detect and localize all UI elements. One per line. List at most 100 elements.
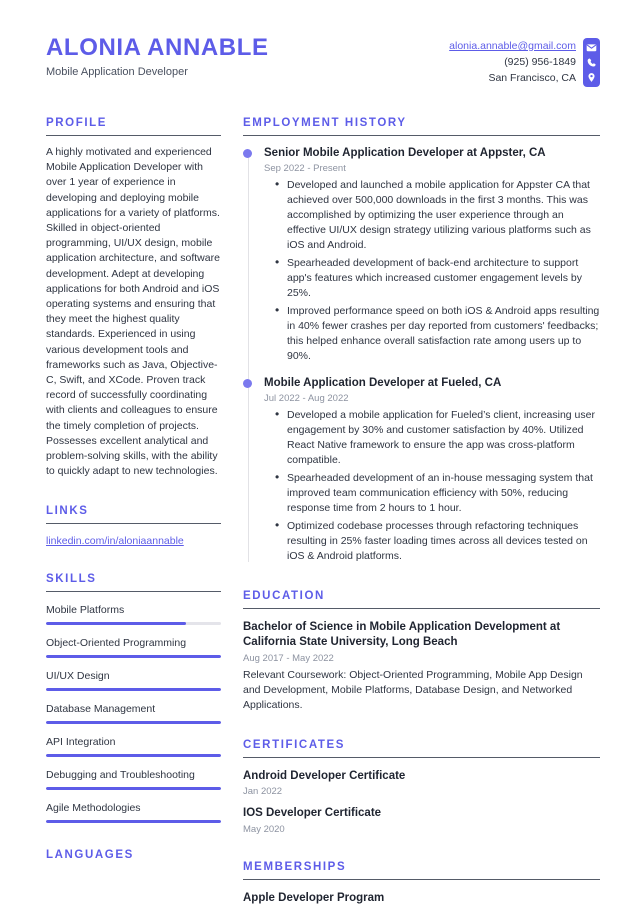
certificate-item: IOS Developer Certificate May 2020 (243, 806, 600, 835)
skill-item: Database Management (46, 703, 221, 725)
memberships-heading: MEMBERSHIPS (243, 860, 347, 873)
certificates-divider (243, 756, 600, 758)
skill-bar-fill (46, 820, 221, 824)
right-column: EMPLOYMENT HISTORY Senior Mobile Applica… (243, 117, 600, 905)
contact-block: alonia.annable@gmail.com (925) 956-1849 … (449, 38, 600, 87)
skill-label: API Integration (46, 736, 116, 749)
timeline-dot-icon (243, 378, 252, 388)
candidate-name: ALONIA ANNABLE (46, 34, 269, 61)
skill-bar-track (46, 622, 221, 626)
skill-bar-track (46, 688, 221, 692)
skill-bar-track (46, 721, 221, 725)
employment-bullets: Developed and launched a mobile applicat… (264, 177, 600, 364)
certificate-date: Jan 2022 (243, 786, 283, 798)
profile-heading: PROFILE (46, 117, 108, 129)
section-memberships: MEMBERSHIPS Apple Developer Program (243, 861, 600, 905)
section-profile: PROFILE A highly motivated and experienc… (46, 117, 221, 479)
certificate-date: May 2020 (243, 823, 285, 835)
skill-bar-fill (46, 787, 221, 791)
profile-divider (46, 135, 221, 136)
membership-item: Apple Developer Program (243, 891, 600, 905)
employment-bullet: Developed a mobile application for Fuele… (264, 407, 600, 468)
skill-bar-fill (46, 688, 221, 692)
skill-bar-fill (46, 655, 221, 659)
employment-date: Sep 2022 - Present (264, 162, 346, 174)
education-heading: EDUCATION (243, 589, 325, 602)
skill-item: API Integration (46, 736, 221, 758)
certificates-heading: CERTIFICATES (243, 738, 346, 751)
skill-label: Database Management (46, 703, 156, 716)
skill-label: Object-Oriented Programming (46, 637, 187, 650)
membership-title: Apple Developer Program (243, 891, 385, 904)
skill-label: Mobile Platforms (46, 604, 125, 617)
resume-header: ALONIA ANNABLE Mobile Application Develo… (46, 34, 600, 87)
employment-date: Jul 2022 - Aug 2022 (264, 392, 349, 404)
skill-bar-fill (46, 622, 186, 626)
skill-item: Mobile Platforms (46, 604, 221, 626)
employment-bullet: Optimized codebase processes through ref… (264, 518, 600, 564)
column-gap (221, 117, 243, 905)
skill-item: Debugging and Troubleshooting (46, 769, 221, 791)
skill-bar-track (46, 787, 221, 791)
section-skills: SKILLS Mobile Platforms Object-Oriented … (46, 573, 221, 824)
phone-icon (586, 57, 597, 68)
employment-bullet: Improved performance speed on both iOS &… (264, 303, 600, 364)
contact-email-link[interactable]: alonia.annable@gmail.com (449, 40, 576, 52)
skill-item: UI/UX Design (46, 670, 221, 692)
skill-bar-track (46, 655, 221, 659)
certificate-title: Android Developer Certificate (243, 769, 406, 782)
section-certificates: CERTIFICATES Android Developer Certifica… (243, 739, 600, 835)
profile-text: A highly motivated and experienced Mobil… (46, 146, 220, 478)
section-links: LINKS linkedin.com/in/aloniaannable (46, 505, 221, 547)
education-item: Bachelor of Science in Mobile Applicatio… (243, 620, 600, 713)
employment-divider (243, 135, 600, 136)
skill-bar-fill (46, 754, 221, 758)
education-description: Relevant Coursework: Object-Oriented Pro… (243, 668, 583, 711)
timeline-dot-icon (243, 149, 252, 158)
employment-title: Mobile Application Developer at Fueled, … (264, 376, 502, 389)
skill-bar-track (46, 754, 221, 758)
employment-title: Senior Mobile Application Developer at A… (264, 147, 546, 159)
resume-page: ALONIA ANNABLE Mobile Application Develo… (0, 0, 640, 905)
employment-timeline: Senior Mobile Application Developer at A… (243, 146, 600, 564)
contact-icon-bar (583, 38, 600, 87)
employment-item: Mobile Application Developer at Fueled, … (243, 376, 600, 564)
memberships-divider (243, 878, 600, 880)
employment-bullets: Developed a mobile application for Fuele… (264, 407, 600, 564)
skills-divider (46, 591, 221, 593)
section-education: EDUCATION Bachelor of Science in Mobile … (243, 590, 600, 713)
contact-location: San Francisco, CA (488, 72, 576, 84)
contact-email-row: alonia.annable@gmail.com (449, 38, 576, 54)
candidate-job-title: Mobile Application Developer (46, 65, 188, 78)
contact-phone: (925) 956-1849 (504, 56, 576, 68)
section-employment: EMPLOYMENT HISTORY Senior Mobile Applica… (243, 117, 600, 564)
skill-bar-track (46, 820, 221, 824)
left-column: PROFILE A highly motivated and experienc… (46, 117, 221, 905)
employment-bullet: Developed and launched a mobile applicat… (264, 177, 600, 253)
skill-item: Object-Oriented Programming (46, 637, 221, 659)
links-heading: LINKS (46, 505, 89, 518)
resume-body: PROFILE A highly motivated and experienc… (46, 117, 600, 905)
link-linkedin[interactable]: linkedin.com/in/aloniaannable (46, 535, 221, 547)
employment-heading: EMPLOYMENT HISTORY (243, 117, 407, 129)
skill-label: Agile Methodologies (46, 802, 141, 815)
location-pin-icon (586, 72, 597, 83)
languages-heading: LANGUAGES (46, 849, 134, 862)
skill-label: UI/UX Design (46, 670, 110, 683)
education-divider (243, 607, 600, 609)
employment-item: Senior Mobile Application Developer at A… (243, 146, 600, 364)
identity-block: ALONIA ANNABLE Mobile Application Develo… (46, 34, 269, 78)
contact-lines: alonia.annable@gmail.com (925) 956-1849 … (449, 38, 576, 86)
envelope-icon (586, 42, 597, 53)
skill-label: Debugging and Troubleshooting (46, 769, 195, 782)
skill-item: Agile Methodologies (46, 802, 221, 824)
education-title: Bachelor of Science in Mobile Applicatio… (243, 620, 561, 649)
section-languages: LANGUAGES (46, 849, 221, 861)
employment-bullet: Spearheaded development of back-end arch… (264, 255, 600, 301)
certificate-item: Android Developer Certificate Jan 2022 (243, 769, 600, 798)
employment-bullet: Spearheaded development of an in-house m… (264, 470, 600, 516)
links-divider (46, 523, 221, 525)
certificate-title: IOS Developer Certificate (243, 807, 382, 820)
skills-heading: SKILLS (46, 573, 97, 586)
education-date: Aug 2017 - May 2022 (243, 652, 334, 664)
